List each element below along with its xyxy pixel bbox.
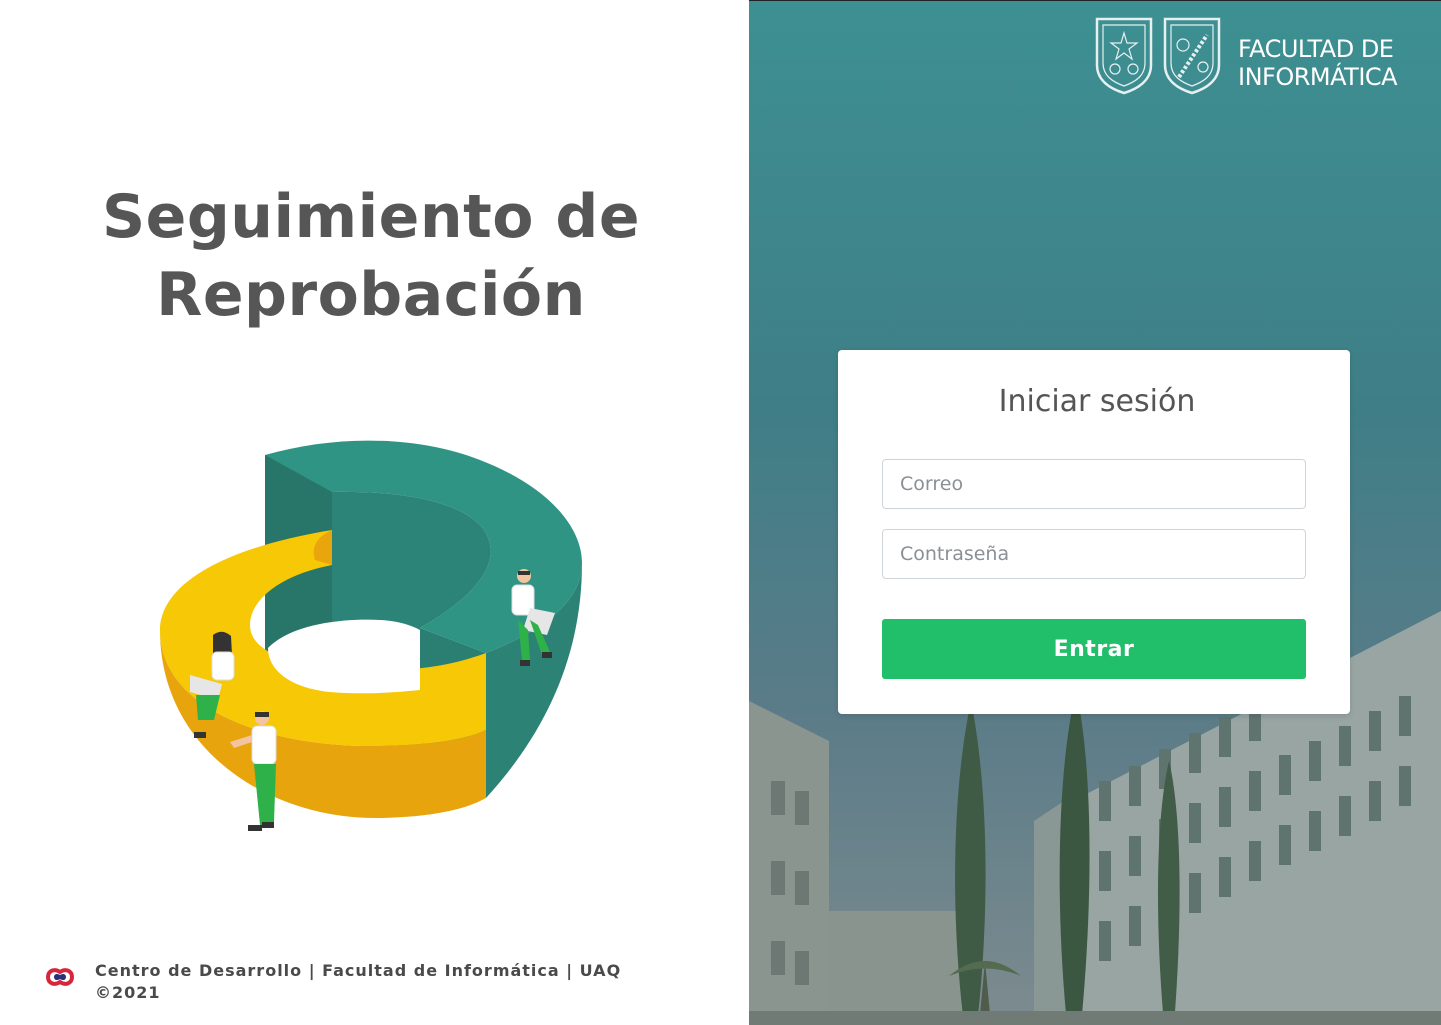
footer-copyright: ©2021 xyxy=(95,983,161,1002)
faculty-name: FACULTAD DE INFORMÁTICA xyxy=(1238,35,1398,91)
centro-desarrollo-logo-icon xyxy=(45,968,75,986)
footer-text: Centro de Desarrollo | Facultad de Infor… xyxy=(95,960,621,1004)
page-title: Seguimiento de Reprobación xyxy=(0,178,742,334)
login-button[interactable]: Entrar xyxy=(882,619,1306,679)
login-card: Iniciar sesión Entrar xyxy=(838,350,1350,714)
password-field[interactable] xyxy=(882,529,1306,579)
page-title-line2: Reprobación xyxy=(156,260,586,330)
footer-credits: Centro de Desarrollo | Facultad de Infor… xyxy=(95,961,622,980)
email-field[interactable] xyxy=(882,459,1306,509)
footer: Centro de Desarrollo | Facultad de Infor… xyxy=(44,958,684,1006)
uaq-seal-icon xyxy=(1095,17,1153,95)
page-title-line1: Seguimiento de xyxy=(101,182,641,252)
faculty-name-line1: FACULTAD DE xyxy=(1238,35,1394,63)
faculty-name-line2: INFORMÁTICA xyxy=(1238,63,1398,91)
donut-chart-illustration xyxy=(160,440,582,831)
login-title: Iniciar sesión xyxy=(998,384,1196,419)
informatica-seal-icon xyxy=(1163,17,1221,95)
left-panel: Seguimiento de Reprobación Centro de Des… xyxy=(0,0,749,1025)
faculty-branding: FACULTAD DE INFORMÁTICA xyxy=(1093,15,1433,99)
